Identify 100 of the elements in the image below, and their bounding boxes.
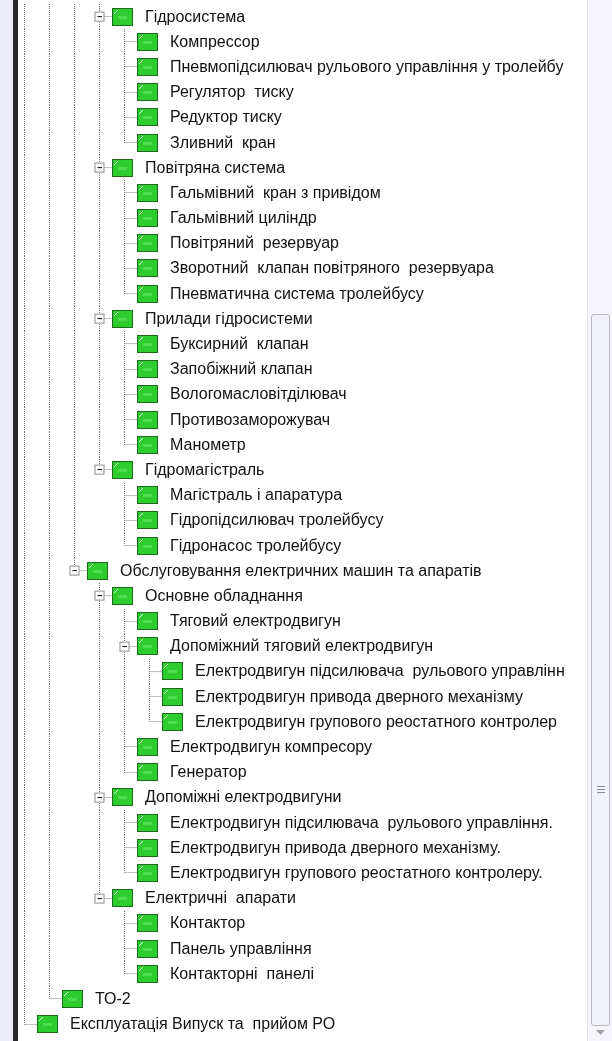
node-icon (112, 586, 133, 605)
tree-item-label[interactable]: Гідромагістраль (145, 460, 265, 479)
tree-item-label[interactable]: Регулятор тиску (170, 83, 294, 102)
tree-item-label[interactable]: Гідронасос тролейбусу (170, 536, 342, 555)
collapse-toggle[interactable] (94, 11, 105, 22)
tree-item-label[interactable]: Повітряна система (145, 158, 286, 177)
tree-connector (124, 331, 137, 357)
scroll-thumb[interactable] (591, 314, 610, 1026)
tree-item-label[interactable]: Електродвигун підсилювача рульового управління. (170, 813, 553, 832)
tree-item-label[interactable]: Компрессор (170, 32, 260, 51)
tree-connector (99, 306, 112, 332)
tree-connector (124, 910, 137, 936)
node-icon (137, 435, 158, 454)
tree-connector (74, 558, 87, 572)
node-icon (112, 158, 133, 177)
tree-connector (124, 180, 137, 206)
tree-item-label[interactable]: Гідропідсилювач тролейбусу (170, 511, 384, 530)
tree-item-label[interactable]: Противозаморожувач (170, 410, 331, 429)
collapse-toggle[interactable] (94, 313, 105, 324)
node-icon (137, 133, 158, 152)
tree-item-label[interactable]: Запобіжний клапан (170, 360, 313, 379)
tree-item-label[interactable]: ТО-2 (95, 989, 131, 1008)
tree-connector (124, 810, 137, 836)
tree-item-label[interactable]: Панель управління (170, 939, 312, 958)
tree-item-label[interactable]: Манометр (170, 435, 246, 454)
tree-item-label[interactable]: Генератор (170, 763, 247, 782)
node-icon (137, 536, 158, 555)
node-icon (137, 32, 158, 51)
node-icon (137, 108, 158, 127)
tree-item-label[interactable]: Електродвигун групового реостатного контролер (195, 712, 557, 731)
node-icon (137, 838, 158, 857)
node-icon (112, 7, 133, 26)
collapse-toggle[interactable] (94, 792, 105, 803)
node-icon (137, 813, 158, 832)
tree-item-label[interactable]: Магістраль і апаратура (170, 486, 343, 505)
tree-item-label[interactable]: Електродвигун підсилювача рульового управлінн (195, 662, 565, 681)
tree-connector (149, 658, 162, 685)
node-icon (137, 410, 158, 429)
collapse-toggle[interactable] (94, 465, 105, 475)
tree-item-label[interactable]: Пневмопідсилювач рульового управління у тролейбу (170, 57, 564, 76)
tree-item-label[interactable]: Електродвигун привода дверного механізму. (170, 838, 501, 857)
tree-connector (124, 482, 137, 508)
tree-item-label[interactable]: Допоміжні електродвигуни (145, 788, 342, 807)
node-icon (137, 209, 158, 228)
collapse-toggle[interactable] (94, 893, 105, 904)
node-icon (137, 939, 158, 958)
tree-item-label[interactable]: Пневматична система тролейбусу (170, 284, 424, 303)
tree-item-label[interactable]: Електричні апарати (145, 889, 297, 908)
tree-connector (124, 608, 137, 634)
node-icon (37, 1015, 58, 1034)
tree-item-label[interactable]: Повітряний резервуар (170, 234, 339, 253)
scrollbar[interactable] (587, 0, 612, 1041)
tree-item-label[interactable]: Контакторні панелі (170, 964, 315, 983)
tree-connector (49, 986, 62, 1000)
node-icon (112, 889, 133, 908)
tree-item-label[interactable]: Експлуатація Випуск та прийом РО (70, 1015, 336, 1034)
tree-item-label[interactable]: Зворотний клапан повітряного резервуара (170, 259, 494, 278)
node-icon (137, 511, 158, 530)
tree-connector (99, 784, 112, 810)
tree-item-label[interactable]: Тяговий електродвигун (170, 612, 341, 631)
tree-item-label[interactable]: Електродвигун компресору (170, 738, 373, 757)
node-icon (137, 234, 158, 253)
tree-item-label[interactable]: Контактор (170, 914, 246, 933)
tree-connector (99, 885, 112, 899)
node-icon (137, 284, 158, 303)
tree-item-label[interactable]: Гідросистема (145, 7, 246, 26)
tree-item-label[interactable]: Прилади гідросистеми (145, 309, 313, 328)
node-icon (162, 662, 183, 681)
node-icon (137, 637, 158, 656)
tree-item-label[interactable]: Електродвигун привода дверного механізму (195, 687, 523, 706)
tree-item-label[interactable]: Вологомасловітділювач (170, 385, 347, 404)
tree-connector (124, 205, 137, 231)
tree-item-label[interactable]: Допоміжний тяговий електродвигун (170, 637, 434, 656)
collapse-toggle[interactable] (94, 162, 105, 173)
node-icon (112, 460, 133, 479)
tree-item-label[interactable]: Буксирний клапан (170, 335, 309, 354)
grip-icon (596, 786, 605, 793)
collapse-toggle[interactable] (119, 641, 130, 652)
node-icon (137, 183, 158, 202)
node-icon (137, 863, 158, 882)
tree-item-label[interactable]: Обслуговування електричних машин та апаратів (120, 561, 482, 580)
tree-connector (124, 54, 137, 80)
node-icon (137, 738, 158, 757)
tree-item-label[interactable]: Гальмівний циліндр (170, 209, 317, 228)
tree-connector (124, 381, 137, 407)
collapse-toggle[interactable] (94, 590, 105, 601)
node-icon (137, 83, 158, 102)
tree-item-label[interactable]: Гальмівний кран з привідом (170, 183, 381, 202)
node-icon (137, 763, 158, 782)
tree-item-label[interactable]: Електродвигун групового реостатного контролеру. (170, 863, 543, 882)
node-icon (62, 989, 83, 1008)
node-icon (137, 385, 158, 404)
tree-connector (124, 29, 137, 55)
node-icon (137, 335, 158, 354)
collapse-toggle[interactable] (69, 565, 80, 576)
tree-connector (99, 583, 112, 609)
tree-item-label[interactable]: Основне обладнання (145, 586, 303, 605)
node-icon (112, 788, 133, 807)
tree-item-label[interactable]: Зливний кран (170, 133, 276, 152)
tree-item-label[interactable]: Редуктор тиску (170, 108, 282, 127)
